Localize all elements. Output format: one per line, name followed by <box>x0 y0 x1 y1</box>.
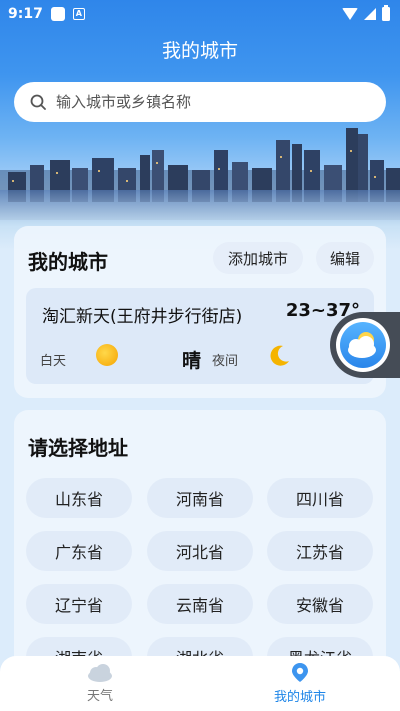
floating-weather-button[interactable] <box>330 312 400 378</box>
notification-a-icon: A <box>72 8 85 20</box>
my-cities-card: 我的城市 添加城市 编辑 淘汇新天(王府井步行街店) 23~37° 白天 晴 夜… <box>14 226 386 398</box>
status-bar: 9:17 A <box>0 0 400 28</box>
signal-icon <box>364 8 376 20</box>
cloud-icon <box>88 664 112 682</box>
night-label: 夜间 <box>212 354 239 369</box>
nav-label-weather: 天气 <box>86 689 113 704</box>
weather-condition: 晴 <box>182 350 202 372</box>
city-list-item[interactable]: 淘汇新天(王府井步行街店) 23~37° 白天 晴 夜间 <box>26 288 374 384</box>
my-cities-title: 我的城市 <box>28 250 108 274</box>
nav-item-my-city[interactable]: 我的城市 <box>200 656 400 711</box>
location-pin-icon <box>292 663 308 682</box>
select-address-title: 请选择地址 <box>28 436 128 460</box>
city-name: 淘汇新天(王府井步行街店) <box>42 307 243 327</box>
edit-button[interactable]: 编辑 <box>316 242 374 274</box>
battery-icon <box>382 5 390 21</box>
province-button[interactable]: 辽宁省 <box>26 584 132 624</box>
moon-icon <box>270 345 289 366</box>
wifi-icon <box>342 8 358 20</box>
province-button[interactable]: 广东省 <box>26 531 132 571</box>
day-label: 白天 <box>40 354 67 369</box>
search-input[interactable] <box>56 93 356 111</box>
cloud-sun-icon <box>340 322 386 368</box>
province-button[interactable]: 安徽省 <box>267 584 373 624</box>
search-icon <box>30 94 46 110</box>
page-title: 我的城市 <box>161 40 238 62</box>
bottom-navigation: 天气 我的城市 <box>0 656 400 711</box>
province-button[interactable]: 云南省 <box>147 584 253 624</box>
province-button[interactable]: 河北省 <box>147 531 253 571</box>
search-bar[interactable] <box>14 82 386 122</box>
province-button[interactable]: 河南省 <box>147 478 253 518</box>
nav-item-weather[interactable]: 天气 <box>0 656 200 711</box>
province-button[interactable]: 山东省 <box>26 478 132 518</box>
nav-label-my-city: 我的城市 <box>273 690 326 705</box>
province-button[interactable]: 江苏省 <box>267 531 373 571</box>
add-city-button[interactable]: 添加城市 <box>213 242 303 274</box>
sun-icon <box>96 344 118 366</box>
notification-square-icon <box>50 7 65 21</box>
status-time: 9:17 <box>8 6 43 22</box>
province-button[interactable]: 四川省 <box>267 478 373 518</box>
